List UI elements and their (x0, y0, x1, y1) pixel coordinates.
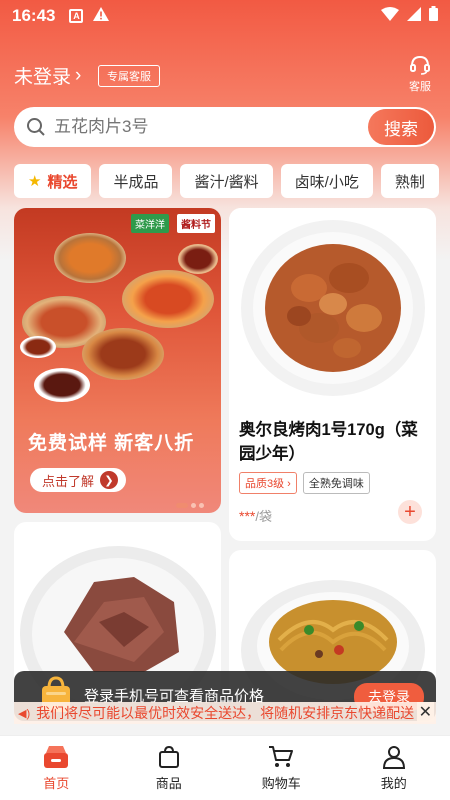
nav-cart-label: 购物车 (261, 775, 301, 791)
shopping-bag-icon (158, 745, 179, 768)
tab-braised-snacks[interactable]: 卤味/小吃 (280, 164, 373, 198)
bottom-navigation: 首页 商品 购物车 我的 (0, 735, 450, 800)
tab-sauces[interactable]: 酱汁/酱料 (180, 164, 273, 198)
customer-service-label: 客服 (409, 81, 431, 93)
cart-icon (269, 745, 294, 767)
header-bar: 未登录 › 专属客服 客服 (14, 55, 436, 98)
festival-logo: 酱料节 (177, 214, 215, 233)
delivery-notice-bar: ◀) 我们将尽可能以最优时效安全送达，将随机安排京东快递配送 ✕ (14, 702, 436, 724)
feature-badge: 全熟免调味 (302, 472, 370, 494)
banner-dish-image (20, 336, 56, 358)
nav-mine-label: 我的 (380, 775, 407, 791)
notification-a-icon: A (69, 9, 84, 23)
price-hidden: *** (239, 508, 256, 524)
product-image (229, 208, 436, 398)
delivery-notice-text: 我们将尽可能以最优时效安全送达，将随机安排京东快递配送 (36, 705, 415, 721)
product-card[interactable]: 奥尔良烤肉1号170g（菜园少年） 品质3级 › 全熟免调味 ***/袋 + (229, 208, 436, 541)
search-bar: 搜索 (14, 107, 436, 147)
category-tabs: ★ 精选 半成品 酱汁/酱料 卤味/小吃 熟制 (14, 164, 450, 198)
carousel-dot (191, 503, 196, 508)
warning-icon (93, 7, 110, 25)
quality-badge[interactable]: 品质3级 › (239, 472, 297, 494)
tab-cooked[interactable]: 熟制 (380, 164, 439, 198)
learn-more-label: 点击了解 (42, 473, 95, 489)
product-price: ***/袋 (239, 506, 272, 525)
nav-products-label: 商品 (155, 775, 182, 791)
carousel-dot (199, 503, 204, 508)
add-to-cart-button[interactable]: + (398, 500, 422, 524)
chevron-right-icon: › (75, 64, 82, 86)
nav-cart[interactable]: 购物车 (225, 736, 338, 800)
product-badges: 品质3级 › 全熟免调味 (239, 472, 370, 494)
banner-dish-image (82, 328, 164, 380)
user-icon (382, 745, 405, 769)
nav-products[interactable]: 商品 (113, 736, 226, 800)
tab-featured[interactable]: ★ 精选 (14, 164, 92, 198)
price-unit: /袋 (255, 509, 272, 524)
battery-icon (429, 6, 438, 26)
carousel-indicator (176, 503, 204, 508)
banner-dish-image (54, 233, 126, 283)
carousel-dot (176, 503, 188, 508)
close-icon[interactable]: ✕ (416, 702, 434, 722)
login-label: 未登录 (14, 67, 72, 88)
wifi-icon (381, 6, 399, 26)
home-icon (44, 745, 69, 768)
banner-dish-image (122, 270, 214, 328)
signal-icon (407, 6, 421, 26)
speaker-icon: ◀) (18, 707, 31, 720)
nav-home-label: 首页 (43, 775, 70, 791)
brand-logo: 菜洋洋 (131, 214, 169, 233)
status-time: 16:43 (12, 6, 56, 25)
tab-featured-label: 精选 (47, 173, 78, 191)
search-button[interactable]: 搜索 (368, 109, 434, 145)
nav-mine[interactable]: 我的 (338, 736, 450, 800)
product-name: 奥尔良烤肉1号170g（菜园少年） (239, 421, 418, 463)
banner-headline: 免费试样 新客八折 (28, 433, 195, 454)
banner-dish-image (34, 368, 90, 402)
star-icon: ★ (28, 173, 42, 190)
banner-dish-image (178, 244, 218, 274)
status-bar: 16:43 A (0, 0, 450, 32)
learn-more-button[interactable]: 点击了解 ❯ (30, 468, 127, 492)
login-link[interactable]: 未登录 › (14, 62, 81, 89)
search-icon (27, 118, 45, 136)
search-input[interactable] (54, 117, 354, 137)
customer-service-button[interactable]: 客服 (404, 54, 436, 94)
exclusive-service-tag[interactable]: 专属客服 (98, 65, 160, 87)
tab-semi-finished[interactable]: 半成品 (99, 164, 173, 198)
nav-home[interactable]: 首页 (0, 736, 113, 800)
headset-icon (410, 55, 430, 75)
promo-banner[interactable]: 菜洋洋 酱料节 免费试样 新客八折 点击了解 ❯ (14, 208, 221, 513)
arrow-right-icon: ❯ (100, 471, 119, 489)
